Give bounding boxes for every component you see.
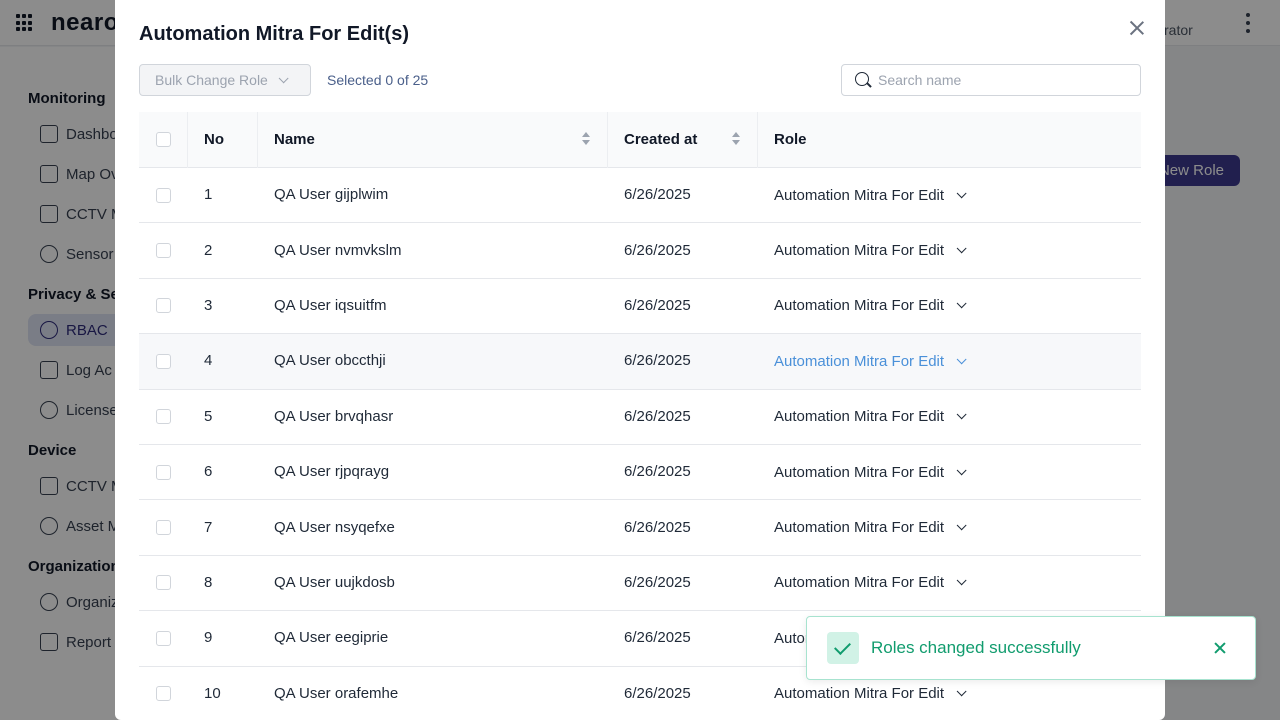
created-date: 6/26/2025 bbox=[624, 573, 691, 591]
row-number: 4 bbox=[204, 352, 213, 370]
created-date: 6/26/2025 bbox=[624, 186, 691, 204]
check-icon bbox=[827, 632, 859, 664]
created-date: 6/26/2025 bbox=[624, 407, 691, 425]
row-number: 1 bbox=[204, 186, 213, 204]
chevron-down-icon bbox=[956, 409, 967, 420]
role-dropdown[interactable]: Automation Mitra For Edit bbox=[758, 519, 1141, 536]
column-header-no: No bbox=[204, 131, 224, 148]
created-date: 6/26/2025 bbox=[624, 684, 691, 702]
row-checkbox[interactable] bbox=[156, 243, 171, 259]
role-value: Automation Mitra For Edit bbox=[774, 685, 945, 703]
user-name: QA User obccthji bbox=[274, 352, 386, 370]
role-value: Automation Mitra For Edit bbox=[774, 574, 945, 592]
chevron-down-icon bbox=[956, 188, 967, 199]
row-checkbox[interactable] bbox=[156, 409, 171, 425]
created-date: 6/26/2025 bbox=[624, 241, 691, 259]
sort-icon[interactable] bbox=[581, 131, 591, 148]
close-icon[interactable] bbox=[1211, 639, 1229, 657]
search-input[interactable] bbox=[878, 72, 1128, 88]
table-row: 8 QA User uujkdosb 6/26/2025 Automation … bbox=[139, 555, 1141, 612]
user-name: QA User eegiprie bbox=[274, 629, 389, 647]
row-number: 2 bbox=[204, 241, 213, 259]
row-checkbox[interactable] bbox=[156, 575, 171, 591]
close-icon[interactable] bbox=[1127, 18, 1147, 38]
chevron-down-icon bbox=[956, 465, 967, 475]
user-name: QA User brvqhasr bbox=[274, 407, 394, 425]
toast-message: Roles changed successfully bbox=[871, 638, 1081, 657]
table-row: 4 QA User obccthji 6/26/2025 Automation … bbox=[139, 334, 1141, 390]
role-edit-modal: Automation Mitra For Edit(s) Bulk Change… bbox=[115, 0, 1165, 720]
created-date: 6/26/2025 bbox=[624, 296, 691, 314]
table-row: 1 QA User gijplwim 6/26/2025 Automation … bbox=[139, 168, 1141, 224]
role-dropdown[interactable]: Automation Mitra For Edit bbox=[758, 685, 1141, 702]
chevron-down-icon bbox=[956, 686, 967, 697]
role-value: Automation Mitra For Edit bbox=[774, 242, 945, 260]
success-toast: Roles changed successfully bbox=[806, 616, 1256, 680]
column-header-created: Created at bbox=[624, 131, 698, 148]
user-name: QA User orafemhe bbox=[274, 684, 399, 702]
table-row: 5 QA User brvqhasr 6/26/2025 Automation … bbox=[139, 389, 1141, 445]
search-box[interactable] bbox=[841, 64, 1141, 96]
created-date: 6/26/2025 bbox=[624, 352, 691, 370]
column-header-name: Name bbox=[274, 131, 315, 148]
role-dropdown[interactable]: Automation Mitra For Edit bbox=[758, 242, 1141, 259]
created-date: 6/26/2025 bbox=[624, 629, 691, 647]
chevron-down-icon bbox=[278, 72, 289, 83]
role-value: Automation Mitra For Edit bbox=[774, 186, 945, 204]
column-header-role: Role bbox=[774, 131, 807, 148]
chevron-down-icon bbox=[956, 575, 967, 586]
role-value: Automation Mitra For Edit bbox=[774, 408, 945, 426]
row-checkbox[interactable] bbox=[156, 686, 171, 702]
role-value: Automation Mitra For Edit bbox=[774, 519, 945, 537]
table-row: 7 QA User nsyqefxe 6/26/2025 Automation … bbox=[139, 500, 1141, 556]
user-name: QA User rjpqrayg bbox=[274, 463, 390, 481]
role-value: Automation Mitra For Edit bbox=[774, 297, 945, 315]
user-name: QA User nsyqefxe bbox=[274, 518, 395, 536]
user-name: QA User gijplwim bbox=[274, 186, 389, 204]
row-number: 3 bbox=[204, 296, 213, 314]
role-value: Automation Mitra For Edit bbox=[774, 463, 945, 481]
row-checkbox[interactable] bbox=[156, 464, 171, 480]
column-header-name-sort[interactable]: Name bbox=[258, 111, 608, 168]
row-number: 8 bbox=[204, 573, 213, 591]
role-dropdown[interactable]: Automation Mitra For Edit bbox=[758, 464, 1141, 481]
role-dropdown[interactable]: Automation Mitra For Edit bbox=[758, 297, 1141, 314]
bulk-change-role-button[interactable]: Bulk Change Role bbox=[139, 64, 311, 96]
row-number: 6 bbox=[204, 463, 213, 481]
row-number: 5 bbox=[204, 407, 213, 425]
chevron-down-icon bbox=[956, 354, 967, 365]
row-checkbox[interactable] bbox=[156, 630, 171, 646]
chevron-down-icon bbox=[956, 243, 967, 254]
row-checkbox[interactable] bbox=[156, 187, 171, 203]
user-name: QA User iqsuitfm bbox=[274, 296, 387, 314]
table-row: 3 QA User iqsuitfm 6/26/2025 Automation … bbox=[139, 278, 1141, 335]
search-icon bbox=[854, 71, 872, 89]
user-name: QA User nvmvkslm bbox=[274, 241, 402, 259]
created-date: 6/26/2025 bbox=[624, 463, 691, 481]
row-number: 9 bbox=[204, 629, 213, 647]
table-row: 2 QA User nvmvkslm 6/26/2025 Automation … bbox=[139, 223, 1141, 279]
role-dropdown[interactable]: Automation Mitra For Edit bbox=[758, 353, 1141, 370]
user-name: QA User uujkdosb bbox=[274, 573, 395, 591]
row-number: 10 bbox=[204, 684, 221, 702]
created-date: 6/26/2025 bbox=[624, 518, 691, 536]
row-checkbox[interactable] bbox=[156, 298, 171, 314]
row-checkbox[interactable] bbox=[156, 520, 171, 536]
role-value: Automation Mitra For Edit bbox=[774, 352, 945, 370]
selection-count: Selected 0 of 25 bbox=[327, 72, 429, 88]
role-dropdown[interactable]: Automation Mitra For Edit bbox=[758, 187, 1141, 204]
modal-title: Automation Mitra For Edit(s) bbox=[139, 23, 409, 45]
sort-icon[interactable] bbox=[731, 131, 741, 148]
chevron-down-icon bbox=[956, 520, 967, 531]
table-row: 6 QA User rjpqrayg 6/26/2025 Automation … bbox=[139, 444, 1141, 501]
select-all-checkbox[interactable] bbox=[155, 132, 171, 147]
role-dropdown[interactable]: Automation Mitra For Edit bbox=[758, 408, 1141, 425]
table-header: No Name Created at Role bbox=[139, 111, 1141, 168]
row-number: 7 bbox=[204, 518, 213, 536]
column-header-created-sort[interactable]: Created at bbox=[608, 111, 758, 168]
role-dropdown[interactable]: Automation Mitra For Edit bbox=[758, 574, 1141, 591]
chevron-down-icon bbox=[956, 298, 967, 309]
bulk-change-role-label: Bulk Change Role bbox=[155, 72, 268, 88]
row-checkbox[interactable] bbox=[156, 353, 171, 369]
